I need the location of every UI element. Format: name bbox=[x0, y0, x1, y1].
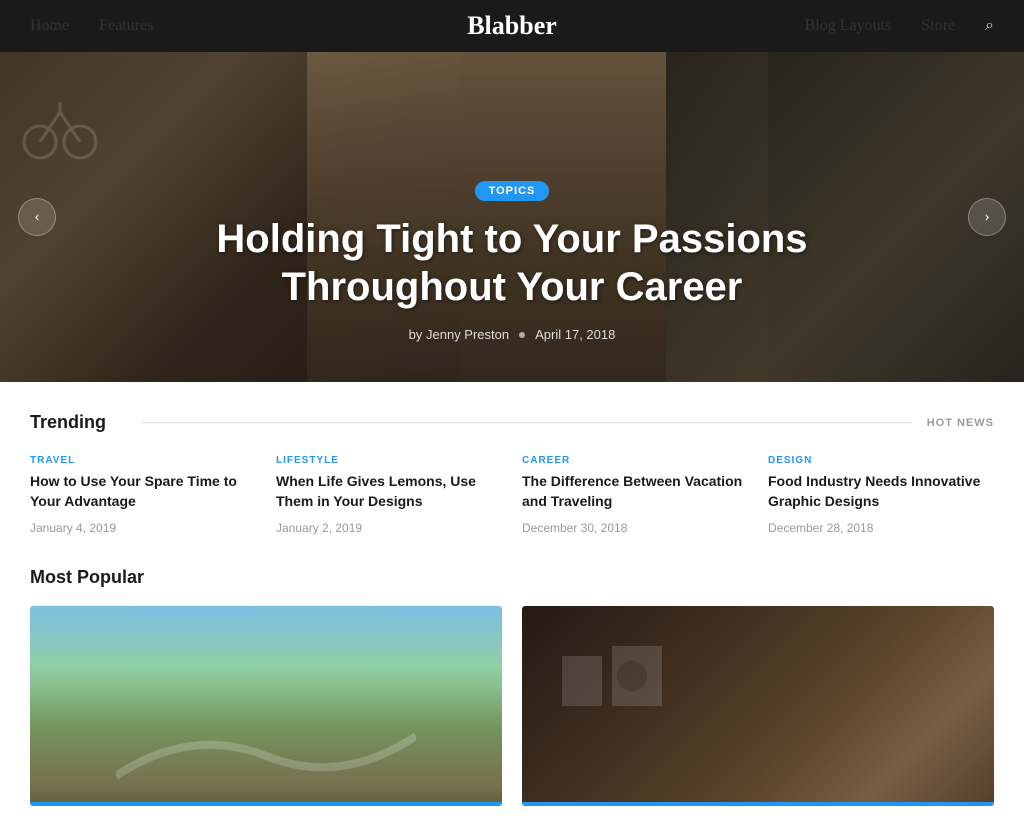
trending-card-4-date: December 28, 2018 bbox=[768, 521, 873, 535]
trending-card-4-category: DESIGN bbox=[768, 455, 994, 466]
trending-card-1-date: January 4, 2019 bbox=[30, 521, 116, 535]
popular-card-craft-overlay bbox=[522, 606, 994, 806]
nav-features[interactable]: Features bbox=[99, 17, 153, 35]
nav-right-links: Blog Layouts Store bbox=[805, 17, 955, 35]
nav-home[interactable]: Home bbox=[30, 17, 69, 35]
trending-card-4: DESIGN Food Industry Needs Innovative Gr… bbox=[768, 455, 994, 537]
trending-card-3-date: December 30, 2018 bbox=[522, 521, 627, 535]
hero-meta: by Jenny Preston April 17, 2018 bbox=[120, 327, 904, 342]
hero-title: Holding Tight to Your Passions Throughou… bbox=[120, 215, 904, 311]
trending-card-3: CAREER The Difference Between Vacation a… bbox=[522, 455, 748, 537]
site-logo[interactable]: Blabber bbox=[467, 11, 557, 41]
popular-card-running-bar bbox=[30, 802, 502, 806]
trending-card-1-category: TRAVEL bbox=[30, 455, 256, 466]
popular-section: Most Popular bbox=[0, 557, 1024, 826]
hero-date: April 17, 2018 bbox=[535, 327, 615, 342]
trending-header: Trending HOT NEWS bbox=[30, 412, 994, 433]
nav-store[interactable]: Store bbox=[921, 17, 955, 35]
popular-card-running-overlay bbox=[30, 606, 502, 806]
trending-grid: TRAVEL How to Use Your Spare Time to You… bbox=[30, 455, 994, 537]
trending-card-1: TRAVEL How to Use Your Spare Time to You… bbox=[30, 455, 256, 537]
trending-card-2-date: January 2, 2019 bbox=[276, 521, 362, 535]
nav-right-area: Blog Layouts Store ⌕ bbox=[805, 17, 994, 35]
hot-news-label: HOT NEWS bbox=[927, 417, 994, 429]
trending-card-4-title[interactable]: Food Industry Needs Innovative Graphic D… bbox=[768, 472, 994, 511]
popular-title: Most Popular bbox=[30, 567, 994, 588]
navbar: Home Features Blabber Blog Layouts Store… bbox=[0, 0, 1024, 52]
hero-author: by Jenny Preston bbox=[409, 327, 509, 342]
popular-card-running[interactable] bbox=[30, 606, 502, 806]
search-icon[interactable]: ⌕ bbox=[985, 17, 994, 35]
trending-title: Trending bbox=[30, 412, 126, 433]
trending-card-1-title[interactable]: How to Use Your Spare Time to Your Advan… bbox=[30, 472, 256, 511]
trending-card-2-title[interactable]: When Life Gives Lemons, Use Them in Your… bbox=[276, 472, 502, 511]
hero-section: ‹ › TOPICS Holding Tight to Your Passion… bbox=[0, 52, 1024, 382]
hero-tag[interactable]: TOPICS bbox=[475, 181, 550, 201]
trending-card-2-category: LIFESTYLE bbox=[276, 455, 502, 466]
trending-card-3-category: CAREER bbox=[522, 455, 748, 466]
hero-content: TOPICS Holding Tight to Your Passions Th… bbox=[0, 181, 1024, 382]
nav-left-links: Home Features bbox=[30, 17, 153, 35]
trending-card-2: LIFESTYLE When Life Gives Lemons, Use Th… bbox=[276, 455, 502, 537]
popular-card-craft-bar bbox=[522, 802, 994, 806]
meta-separator bbox=[519, 332, 525, 338]
trending-divider bbox=[141, 422, 912, 423]
popular-grid bbox=[30, 606, 994, 806]
popular-card-craft[interactable] bbox=[522, 606, 994, 806]
nav-blog-layouts[interactable]: Blog Layouts bbox=[805, 17, 892, 35]
trending-section: Trending HOT NEWS TRAVEL How to Use Your… bbox=[0, 382, 1024, 557]
hero-decor-bicycle bbox=[20, 82, 100, 162]
trending-card-3-title[interactable]: The Difference Between Vacation and Trav… bbox=[522, 472, 748, 511]
